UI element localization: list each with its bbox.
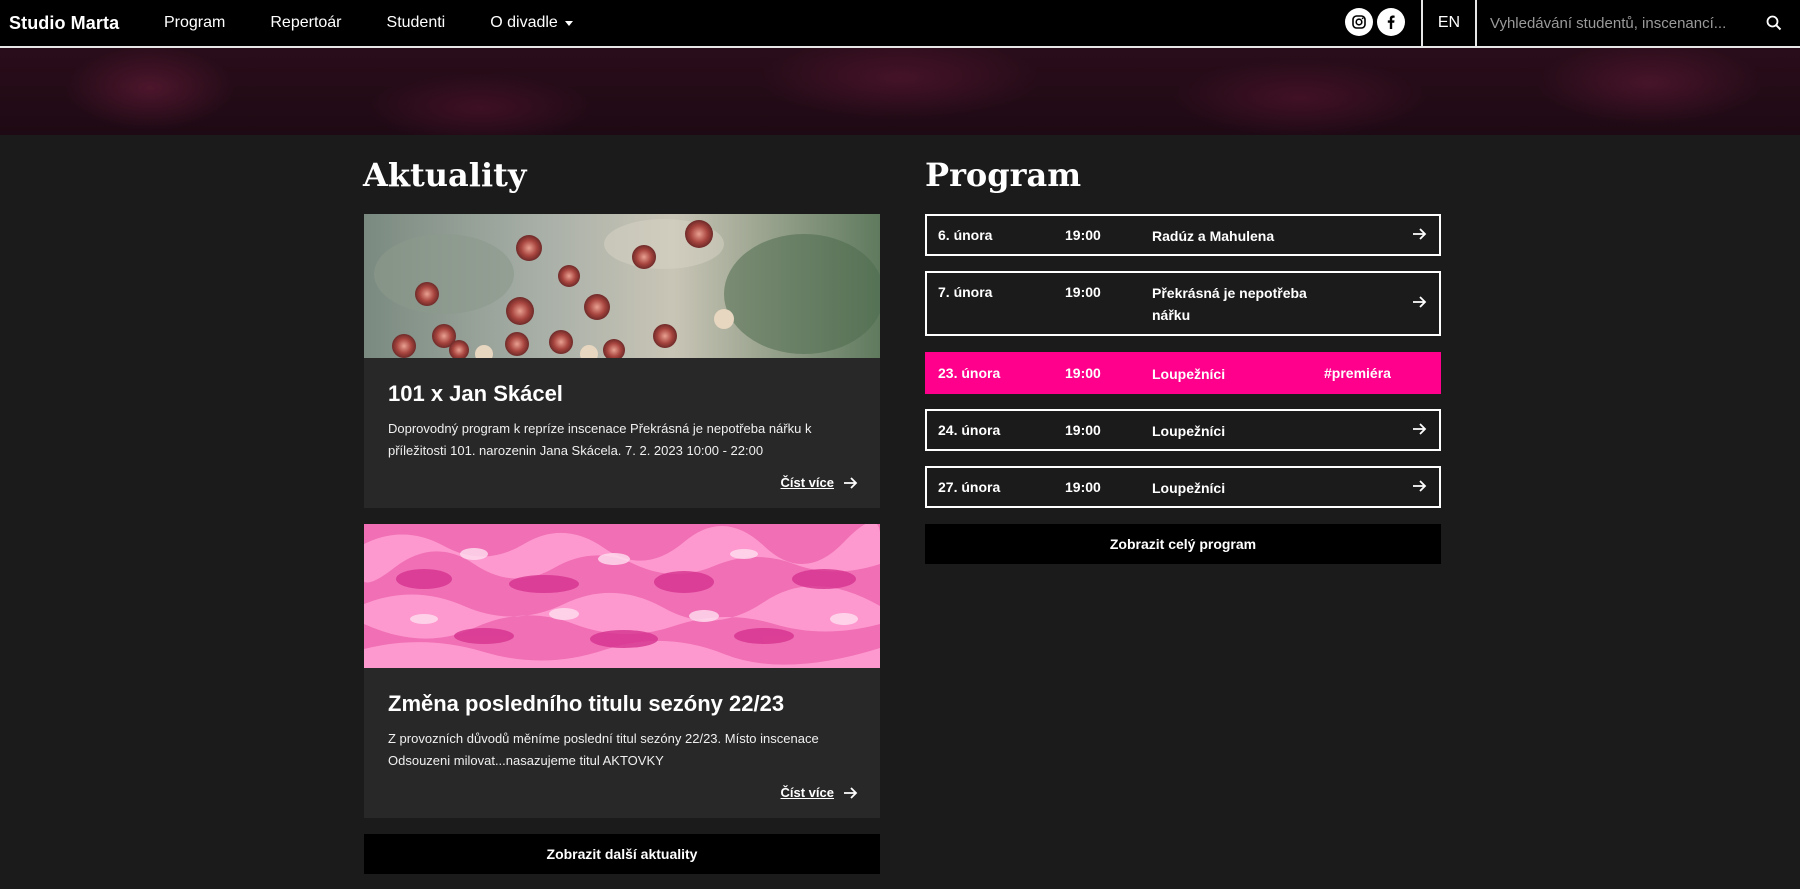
program-item[interactable]: 24. února 19:00 Loupežníci	[925, 409, 1441, 451]
program-item-title: Radúz a Mahulena	[1152, 228, 1275, 244]
arrow-right-icon	[1413, 479, 1427, 495]
news-card-text: Doprovodný program k repríze inscenace P…	[388, 421, 812, 458]
news-card-image[interactable]	[364, 214, 880, 358]
news-section-title: Aktuality	[363, 156, 527, 194]
more-news-button[interactable]: Zobrazit další aktuality	[364, 834, 880, 874]
program-section-title: Program	[925, 156, 1082, 194]
instagram-icon[interactable]	[1345, 8, 1373, 36]
program-item-title: Loupežníci	[1152, 423, 1226, 439]
nav-link-repertoar[interactable]: Repertoár	[270, 14, 341, 32]
program-item[interactable]: 6. února 19:00 Radúz a Mahulena	[925, 214, 1441, 256]
news-card: Změna posledního titulu sezóny 22/23 Z p…	[364, 524, 880, 818]
program-item-title: Loupežníci	[1152, 366, 1226, 382]
program-item-title: Loupežníci	[1152, 480, 1226, 496]
read-more-label: Číst více	[780, 475, 834, 490]
program-item-date: 24. února	[938, 422, 1001, 438]
top-navbar: Studio Marta Program Repertoár Studenti …	[0, 0, 1800, 48]
nav-link-program[interactable]: Program	[164, 14, 225, 32]
news-card-title[interactable]: Změna posledního titulu sezóny 22/23	[388, 690, 856, 718]
search-icon[interactable]	[1762, 11, 1786, 35]
arrow-right-icon	[1413, 227, 1427, 243]
full-program-button[interactable]: Zobrazit celý program	[925, 524, 1441, 564]
arrow-right-icon	[844, 476, 858, 489]
news-card-title[interactable]: 101 x Jan Skácel	[388, 380, 856, 408]
program-item-time: 19:00	[1065, 365, 1101, 381]
premiere-tag: #premiéra	[1324, 365, 1391, 381]
program-item-time: 19:00	[1065, 479, 1101, 495]
nav-link-o-divadle-label: O divadle	[490, 14, 558, 31]
arrow-right-icon	[1413, 422, 1427, 438]
news-card: 101 x Jan Skácel Doprovodný program k re…	[364, 214, 880, 508]
nav-link-o-divadle[interactable]: O divadle	[490, 14, 573, 32]
arrow-right-icon	[844, 786, 858, 799]
arrow-right-icon	[1413, 295, 1427, 311]
program-item-date: 6. února	[938, 227, 993, 243]
program-item[interactable]: 7. února 19:00 Překrásná je nepotřeba ná…	[925, 271, 1441, 336]
program-item-date: 27. února	[938, 479, 1001, 495]
read-more-label: Číst více	[780, 785, 834, 800]
search-input[interactable]	[1478, 0, 1760, 46]
program-item-title: Překrásná je nepotřeba nářku	[1152, 285, 1307, 323]
program-item-time: 19:00	[1065, 227, 1101, 243]
news-card-text: Z provozních důvodů měníme poslední titu…	[388, 731, 819, 768]
nav-divider	[1475, 0, 1477, 46]
program-item-premiere[interactable]: 23. února 19:00 Loupežníci #premiéra	[925, 352, 1441, 394]
social-links	[1345, 8, 1405, 36]
news-card-image[interactable]	[364, 524, 880, 668]
language-switch[interactable]: EN	[1423, 0, 1475, 46]
program-item-time: 19:00	[1065, 284, 1101, 300]
program-item-time: 19:00	[1065, 422, 1101, 438]
read-more-link[interactable]: Číst více	[781, 785, 858, 800]
program-item-date: 7. února	[938, 284, 993, 300]
brand-logo[interactable]: Studio Marta	[9, 13, 154, 34]
read-more-link[interactable]: Číst více	[781, 475, 858, 490]
facebook-icon[interactable]	[1377, 8, 1405, 36]
program-item[interactable]: 27. února 19:00 Loupežníci	[925, 466, 1441, 508]
nav-link-studenti[interactable]: Studenti	[387, 14, 446, 32]
chevron-down-icon	[564, 20, 573, 26]
hero-banner	[0, 48, 1800, 135]
program-item-date: 23. února	[938, 365, 1001, 381]
